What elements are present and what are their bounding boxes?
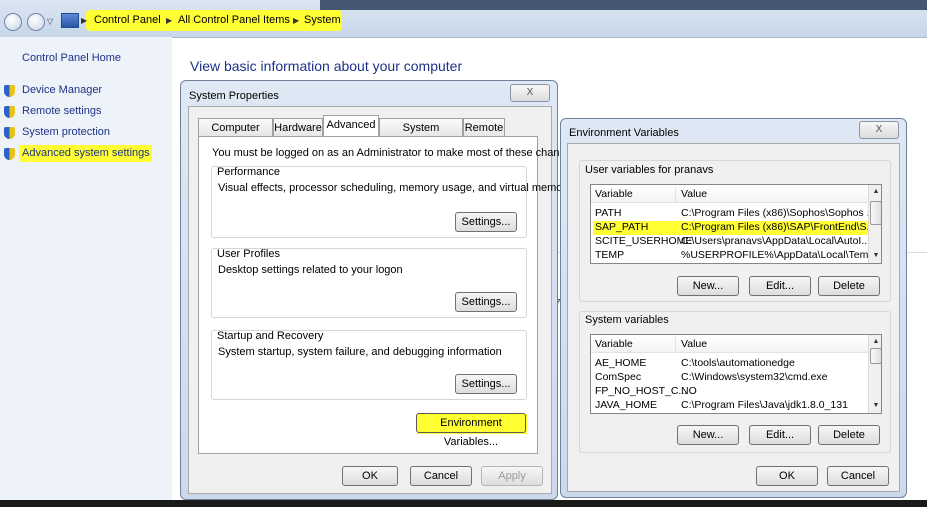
ok-button[interactable]: OK — [342, 466, 398, 486]
table-row-value[interactable]: NO — [681, 385, 869, 399]
system-list-scrollbar[interactable]: ▲ ▼ — [868, 335, 881, 413]
cancel-button[interactable]: Cancel — [827, 466, 889, 486]
table-row-value[interactable]: C:\Windows\system32\cmd.exe — [681, 371, 869, 385]
user-variables-list[interactable]: Variable Value PATH C:\Program Files (x8… — [590, 184, 882, 264]
breadcrumb-all-items[interactable]: All Control Panel Items — [178, 14, 290, 26]
tab-remote[interactable]: Remote — [463, 118, 505, 136]
table-row-value[interactable]: C:\Program Files (x86)\Sophos\Sophos ... — [681, 207, 869, 221]
system-protection-link[interactable]: System protection — [22, 126, 110, 138]
control-panel-icon — [61, 13, 79, 28]
tab-system-protection[interactable]: System Protection — [379, 118, 463, 152]
taskbar-strip — [320, 0, 927, 10]
scroll-up-icon[interactable]: ▲ — [869, 335, 881, 348]
remote-settings-link[interactable]: Remote settings — [22, 105, 101, 117]
table-row-value[interactable]: C:\tools\automationedge — [681, 357, 869, 371]
control-panel-home-link[interactable]: Control Panel Home — [22, 52, 121, 64]
breadcrumb-control-panel[interactable]: Control Panel — [94, 14, 161, 26]
user-profiles-title: User Profiles — [217, 248, 280, 260]
scroll-down-icon[interactable]: ▼ — [869, 249, 881, 262]
environment-variables-button[interactable]: Environment Variables... — [416, 413, 526, 448]
table-row-variable[interactable]: PATH — [595, 207, 621, 221]
column-variable[interactable]: Variable — [595, 338, 633, 350]
table-row-value[interactable]: C:\Users\pranavs\AppData\Local\AutoI... — [681, 235, 869, 249]
table-row-variable[interactable]: SCITE_USERHOME — [595, 235, 692, 249]
column-value[interactable]: Value — [681, 188, 707, 200]
scroll-thumb[interactable] — [870, 348, 881, 364]
user-profiles-desc: Desktop settings related to your logon — [218, 264, 403, 276]
column-divider — [675, 337, 676, 352]
shield-icon — [4, 148, 15, 160]
scroll-thumb[interactable] — [870, 201, 881, 225]
table-row-variable[interactable]: FP_NO_HOST_C... — [595, 385, 687, 399]
column-variable[interactable]: Variable — [595, 188, 633, 200]
apply-button[interactable]: Apply — [481, 466, 543, 486]
breadcrumb-separator-icon: ▶ — [81, 16, 88, 25]
forward-button[interactable] — [27, 13, 45, 31]
table-row-value[interactable]: %USERPROFILE%\AppData\Local\Temp — [681, 249, 869, 263]
tab-strip: Computer Name Hardware Advanced System P… — [198, 115, 538, 152]
table-row-variable[interactable]: AE_HOME — [595, 357, 646, 371]
table-row-variable[interactable]: TEMP — [595, 249, 624, 263]
user-list-scrollbar[interactable]: ▲ ▼ — [868, 185, 881, 263]
startup-recovery-desc: System startup, system failure, and debu… — [218, 346, 502, 358]
scroll-down-icon[interactable]: ▼ — [869, 399, 881, 412]
close-button[interactable]: X — [859, 121, 899, 139]
tab-hardware[interactable]: Hardware — [273, 118, 323, 136]
startup-recovery-title: Startup and Recovery — [217, 330, 324, 342]
user-edit-button[interactable]: Edit... — [749, 276, 811, 296]
performance-desc: Visual effects, processor scheduling, me… — [218, 182, 572, 194]
close-button[interactable]: X — [510, 84, 550, 102]
performance-settings-button[interactable]: Settings... — [455, 212, 517, 232]
breadcrumb-separator-icon: ▶ — [166, 16, 173, 25]
system-variables-list[interactable]: Variable Value AE_HOME C:\tools\automati… — [590, 334, 882, 414]
cancel-button[interactable]: Cancel — [410, 466, 472, 486]
tab-computer-name[interactable]: Computer Name — [198, 118, 273, 152]
advanced-system-settings-link[interactable]: Advanced system settings — [22, 147, 150, 159]
environment-variables-title: Environment Variables — [569, 127, 679, 139]
table-row-variable[interactable]: JAVA_HOME — [595, 399, 657, 413]
breadcrumb-system[interactable]: System — [304, 14, 341, 26]
history-chevron-icon[interactable]: ▽ — [47, 17, 53, 26]
user-delete-button[interactable]: Delete — [818, 276, 880, 296]
device-manager-link[interactable]: Device Manager — [22, 84, 102, 96]
shield-icon — [4, 106, 15, 118]
system-variables-title: System variables — [585, 314, 669, 326]
breadcrumb-separator-icon: ▶ — [293, 16, 300, 25]
user-new-button[interactable]: New... — [677, 276, 739, 296]
column-value[interactable]: Value — [681, 338, 707, 350]
table-row-variable[interactable]: SAP_PATH — [595, 221, 648, 235]
table-row-variable[interactable]: ComSpec — [595, 371, 641, 385]
back-button[interactable] — [4, 13, 22, 31]
scroll-up-icon[interactable]: ▲ — [869, 185, 881, 198]
page-title: View basic information about your comput… — [190, 58, 463, 74]
ok-button[interactable]: OK — [756, 466, 818, 486]
taskbar — [0, 500, 927, 507]
system-edit-button[interactable]: Edit... — [749, 425, 811, 445]
user-profiles-settings-button[interactable]: Settings... — [455, 292, 517, 312]
tab-advanced[interactable]: Advanced — [323, 115, 379, 136]
system-new-button[interactable]: New... — [677, 425, 739, 445]
shield-icon — [4, 85, 15, 97]
table-row-value[interactable]: C:\Program Files (x86)\SAP\FrontEnd\S... — [681, 221, 869, 235]
system-properties-title: System Properties — [189, 90, 279, 102]
performance-title: Performance — [217, 166, 280, 178]
startup-recovery-settings-button[interactable]: Settings... — [455, 374, 517, 394]
table-row-value[interactable]: C:\Program Files\Java\jdk1.8.0_131 — [681, 399, 869, 413]
user-variables-title: User variables for pranavs — [585, 164, 714, 176]
column-divider — [675, 187, 676, 202]
shield-icon — [4, 127, 15, 139]
admin-note: You must be logged on as an Administrato… — [212, 147, 581, 159]
system-delete-button[interactable]: Delete — [818, 425, 880, 445]
